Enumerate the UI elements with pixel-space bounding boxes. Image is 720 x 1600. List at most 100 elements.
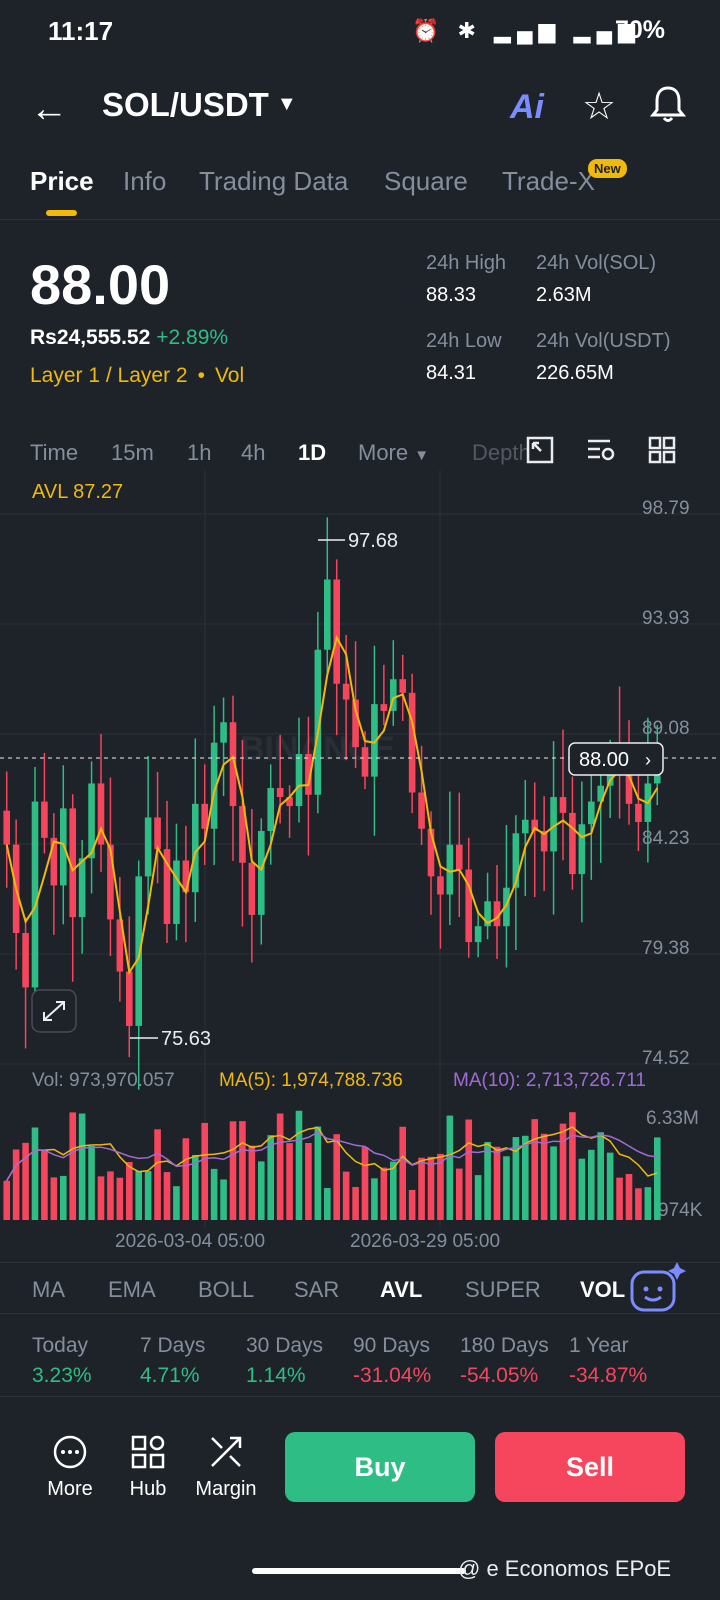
volume-bar xyxy=(22,1142,29,1220)
tag-vol[interactable]: Vol xyxy=(215,364,244,387)
grid-layout-icon[interactable] xyxy=(648,436,676,469)
indicator-bar: MA EMA BOLL SAR AVL SUPER VOL xyxy=(0,1262,720,1314)
timeframe-1d[interactable]: 1D xyxy=(298,440,326,466)
indicator-boll[interactable]: BOLL xyxy=(198,1277,254,1303)
candle-body xyxy=(125,971,133,1026)
candle-body xyxy=(521,819,529,834)
status-bar: 11:17 ⏰ ✱ ▂▄▆ ▂▄▆ 70% xyxy=(0,0,720,64)
perf-90d-label: 90 Days xyxy=(353,1334,431,1357)
footer-watermark: @ e Economos EPoE xyxy=(458,1556,672,1581)
buy-button[interactable]: Buy xyxy=(285,1432,475,1502)
tab-trade-x[interactable]: Trade-X xyxy=(502,166,595,197)
timeframe-more[interactable]: More ▼ xyxy=(358,440,429,466)
candle-body xyxy=(3,810,11,845)
volume-bar xyxy=(540,1133,548,1220)
tab-info[interactable]: Info xyxy=(123,166,166,197)
perf-7d-label: 7 Days xyxy=(140,1334,206,1357)
volume-bar xyxy=(474,1175,482,1220)
candle-body xyxy=(248,862,256,915)
volume-bar xyxy=(389,1161,397,1220)
ai-assistant-icon[interactable]: Ai xyxy=(510,88,544,127)
more-button[interactable]: More xyxy=(30,1434,110,1501)
indicator-vol[interactable]: VOL xyxy=(580,1277,625,1303)
margin-icon xyxy=(186,1434,266,1472)
fullscreen-chart-icon[interactable] xyxy=(526,436,554,469)
volume-axis-top: 6.33M xyxy=(646,1108,699,1129)
tab-price[interactable]: Price xyxy=(30,166,94,197)
candle-body xyxy=(635,803,642,822)
candle-body xyxy=(59,808,67,886)
back-arrow-icon[interactable]: ← xyxy=(30,88,68,131)
new-badge: New xyxy=(588,159,627,178)
home-indicator[interactable] xyxy=(252,1568,466,1574)
active-tab-indicator xyxy=(46,210,77,216)
volume-bar xyxy=(484,1141,491,1220)
candle-body xyxy=(191,803,199,893)
tag-layer[interactable]: Layer 1 / Layer 2 xyxy=(30,364,188,387)
indicator-ma[interactable]: MA xyxy=(32,1277,65,1303)
candle-body xyxy=(361,747,369,777)
candle-body xyxy=(220,722,227,743)
volume-bar xyxy=(276,1113,284,1220)
fiat-price: Rs24,555.52 +2.89% xyxy=(30,326,228,350)
volume-bar xyxy=(248,1145,256,1220)
indicator-ema[interactable]: EMA xyxy=(108,1277,156,1303)
volume-bar xyxy=(408,1189,416,1220)
candle-body xyxy=(437,876,444,895)
candle-body xyxy=(267,787,275,832)
caret-down-icon: ▼ xyxy=(276,93,297,115)
volume-bar xyxy=(41,1150,48,1220)
perf-1y-label: 1 Year xyxy=(569,1334,629,1357)
volume-bar xyxy=(418,1157,425,1220)
volume-bar xyxy=(12,1149,20,1220)
volume-bar xyxy=(635,1188,642,1220)
candle-body xyxy=(295,753,303,807)
timeframe-depth[interactable]: Depth xyxy=(472,440,531,466)
candle-body xyxy=(455,844,463,870)
indicator-sar[interactable]: SAR xyxy=(294,1277,339,1303)
sell-button[interactable]: Sell xyxy=(495,1432,685,1502)
expand-chart-button[interactable] xyxy=(31,989,77,1033)
price-chart[interactable]: BINANCE AVL 87.27 98.7993.9389.0884.2379… xyxy=(0,470,720,1260)
indicator-avl[interactable]: AVL xyxy=(380,1277,422,1303)
margin-button[interactable]: Margin xyxy=(186,1434,266,1501)
volume-bar xyxy=(465,1119,473,1220)
volume-bar xyxy=(97,1176,105,1220)
volume-bar xyxy=(31,1127,39,1220)
timeframe-15m[interactable]: 15m xyxy=(111,440,154,466)
status-icons: ⏰ ✱ ▂▄▆ ▂▄▆ xyxy=(412,18,642,43)
bell-icon[interactable] xyxy=(649,84,687,129)
timeframe-4h[interactable]: 4h xyxy=(241,440,265,466)
volume-bar xyxy=(88,1145,95,1220)
volume-bar xyxy=(371,1178,378,1220)
pair-selector[interactable]: SOL/USDT ▼ xyxy=(102,86,297,124)
volume-bar xyxy=(333,1134,341,1220)
ai-bot-icon[interactable] xyxy=(624,1262,690,1322)
tab-trading-data[interactable]: Trading Data xyxy=(199,166,348,197)
volume-bar xyxy=(616,1177,623,1220)
volume-bar xyxy=(644,1187,652,1220)
candle-body xyxy=(569,812,576,875)
indicator-super[interactable]: SUPER xyxy=(465,1277,541,1303)
favorite-star-icon[interactable]: ☆ xyxy=(582,84,616,129)
volume-bar xyxy=(210,1168,218,1220)
volume-bars xyxy=(3,1110,661,1220)
volume-ma5: MA(5): 1,974,788.736 xyxy=(219,1070,403,1091)
tab-square[interactable]: Square xyxy=(384,166,468,197)
perf-30d-label: 30 Days xyxy=(246,1334,324,1357)
hub-button[interactable]: Hub xyxy=(108,1434,188,1501)
volume-bar xyxy=(125,1161,133,1220)
volume-bar xyxy=(220,1179,227,1220)
last-price: 88.00 xyxy=(30,253,171,316)
timeframe-1h[interactable]: 1h xyxy=(187,440,211,466)
more-dots-icon xyxy=(30,1434,110,1472)
candle-body xyxy=(474,926,482,943)
volume-bar xyxy=(78,1113,86,1220)
volume-bar xyxy=(587,1149,595,1220)
perf-180d-label: 180 Days xyxy=(460,1334,549,1357)
current-price-tag[interactable]: 88.00 › xyxy=(568,742,664,776)
candle-body xyxy=(408,692,416,793)
chart-settings-icon[interactable] xyxy=(586,436,616,469)
timeframe-time[interactable]: Time xyxy=(30,440,78,466)
volume-bar xyxy=(69,1112,77,1220)
